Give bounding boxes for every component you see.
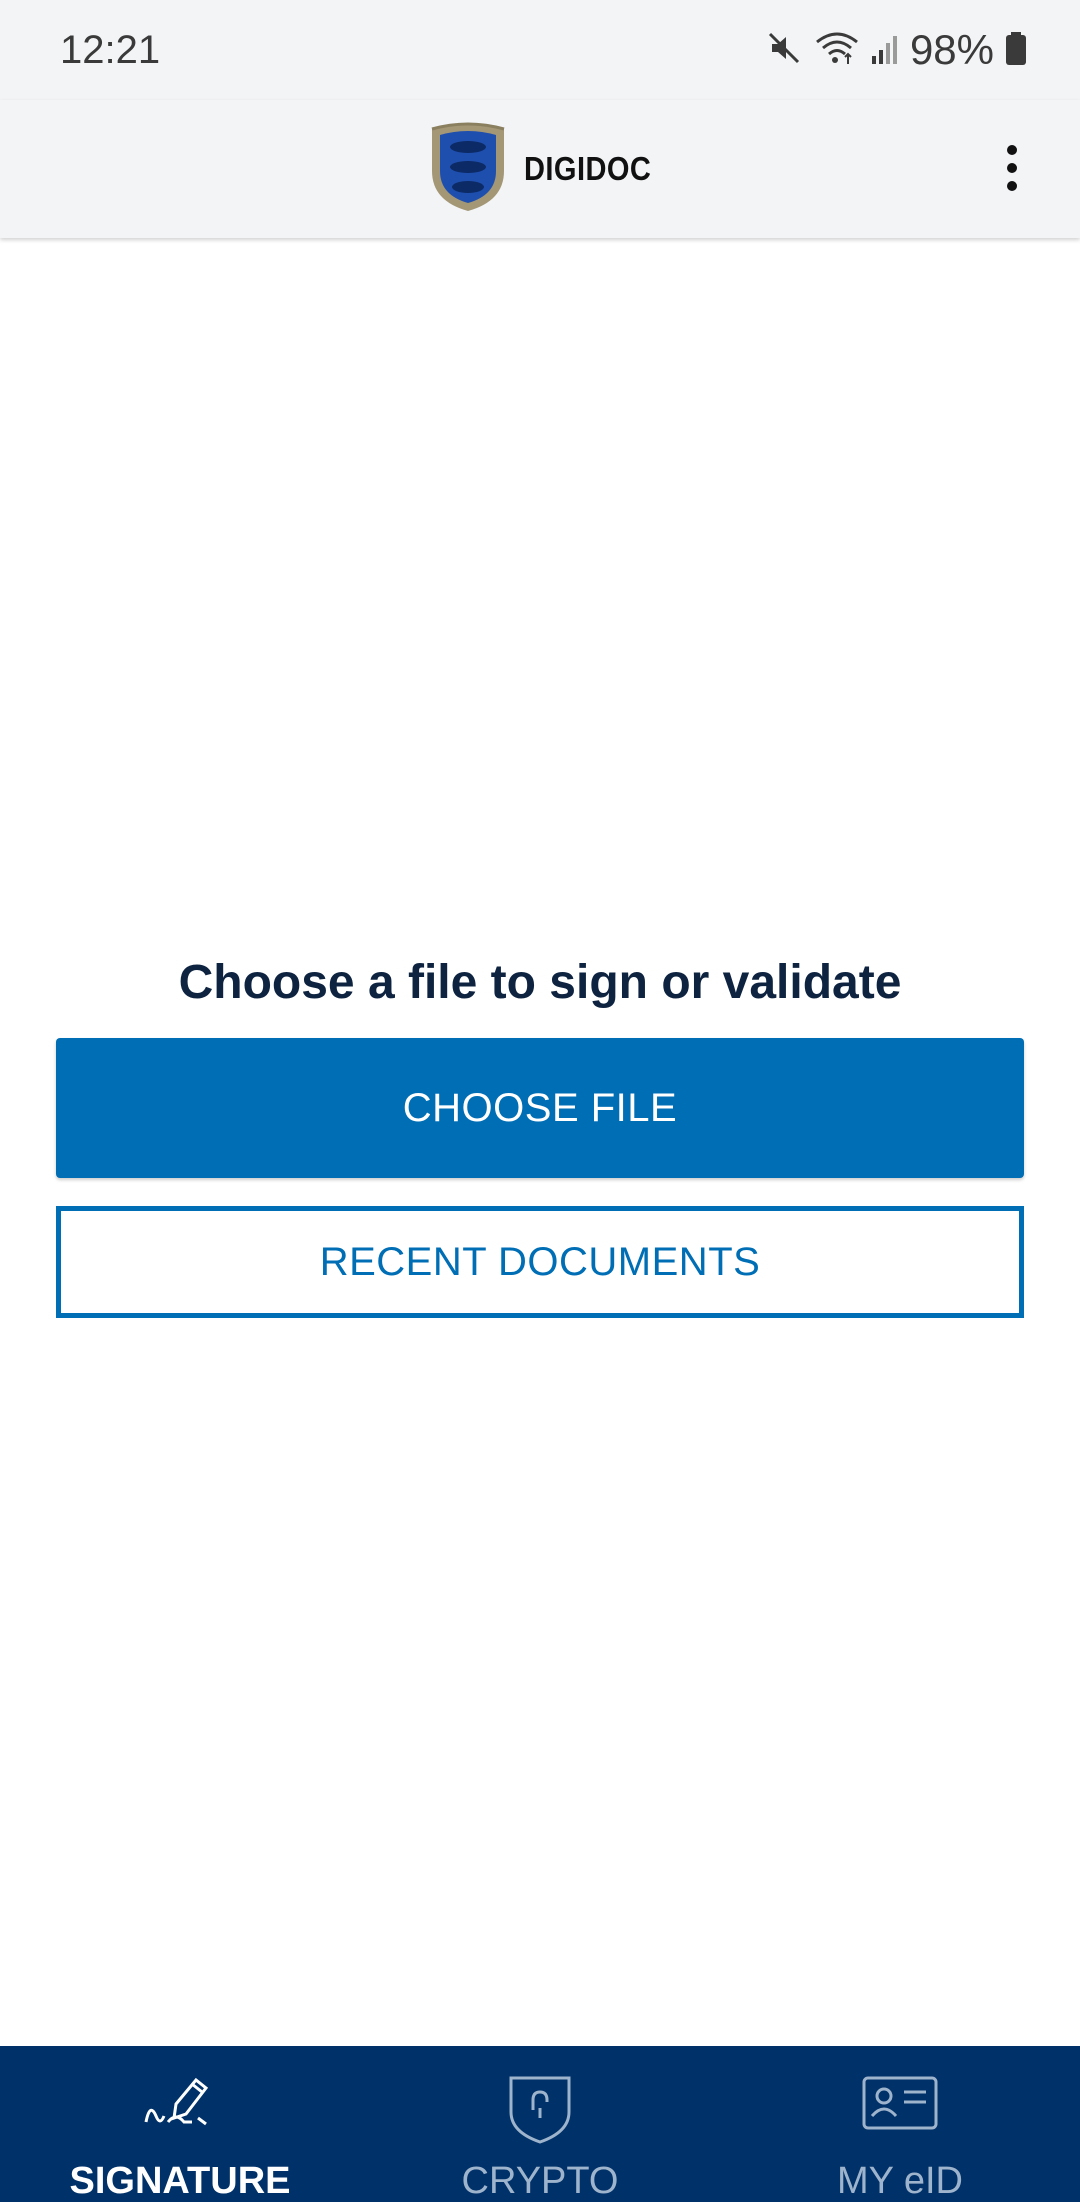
mute-icon <box>764 28 804 73</box>
coat-of-arms-logo <box>426 121 510 218</box>
nav-label-signature: SIGNATURE <box>69 2160 291 2202</box>
recent-documents-button[interactable]: RECENT DOCUMENTS <box>56 1206 1024 1318</box>
signature-pen-icon <box>140 2072 220 2137</box>
nav-item-crypto[interactable]: CRYPTO <box>360 2046 720 2202</box>
choose-file-button[interactable]: CHOOSE FILE <box>56 1038 1024 1178</box>
bottom-navigation: SIGNATURE CRYPTO MY eID <box>0 2046 1080 2202</box>
nav-item-signature[interactable]: SIGNATURE <box>0 2046 360 2202</box>
battery-icon <box>1004 28 1028 73</box>
status-icons: 98% <box>764 26 1028 74</box>
nav-item-my-eid[interactable]: MY eID <box>720 2046 1080 2202</box>
app-title: DIGIDOC <box>524 150 652 187</box>
app-brand: DIGIDOC <box>426 110 669 228</box>
nav-label-crypto: CRYPTO <box>461 2160 619 2202</box>
overflow-menu-button[interactable] <box>982 130 1042 206</box>
page-heading: Choose a file to sign or validate <box>178 956 902 1009</box>
status-time: 12:21 <box>60 28 161 72</box>
status-bar: 12:21 98% <box>0 0 1080 100</box>
app-bar: DIGIDOC <box>0 100 1080 238</box>
wifi-icon <box>814 28 860 73</box>
nav-label-my-eid: MY eID <box>836 2160 963 2202</box>
id-card-icon <box>860 2072 940 2137</box>
shield-lock-icon <box>505 2072 575 2151</box>
battery-percent: 98% <box>909 26 994 73</box>
more-vert-icon <box>1007 145 1017 155</box>
signal-icon <box>870 28 900 73</box>
